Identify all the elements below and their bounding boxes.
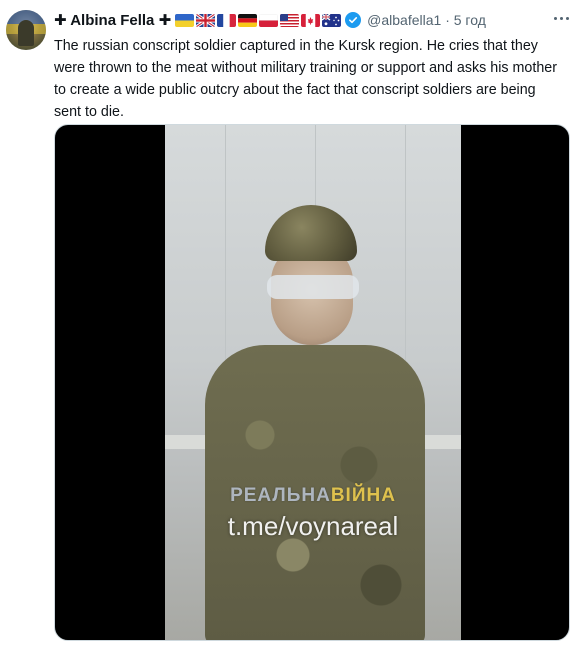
video-watermark-link: t.me/voynareal [227, 511, 399, 541]
tweet-header: ✚ Albina Fella ✚ @albafella1 · 5 год [54, 10, 486, 30]
avatar-figure [18, 20, 34, 46]
more-options-button[interactable] [551, 10, 571, 26]
flag-usa-icon [280, 13, 300, 27]
verified-badge-icon [345, 12, 362, 28]
tweet-video[interactable]: РЕАЛЬНАВІЙНА t.me/voynareal [54, 124, 570, 641]
tweet-text: The russian conscript soldier captured i… [54, 38, 558, 120]
author-name[interactable]: ✚ Albina Fella ✚ [54, 11, 171, 29]
author-name-text: Albina Fella [70, 12, 155, 29]
tweet-card: ✚ Albina Fella ✚ @albafella1 · 5 год The… [0, 0, 579, 647]
name-prefix-cross-icon: ✚ [54, 12, 67, 29]
flag-germany-icon [238, 13, 258, 27]
flag-poland-icon [259, 13, 279, 27]
soldier-cap [265, 205, 357, 261]
more-dot-icon [553, 16, 557, 20]
author-avatar[interactable] [6, 10, 46, 50]
name-suffix-cross-icon: ✚ [158, 12, 172, 29]
watermark-part1: РЕАЛЬНА [230, 485, 331, 506]
flag-australia-icon [322, 13, 342, 27]
flag-canada-icon [301, 13, 321, 27]
more-dot-icon [565, 16, 569, 20]
watermark-part2: ВІЙНА [330, 485, 396, 506]
soldier-blindfold [267, 275, 359, 299]
author-handle[interactable]: @albafella1 [367, 12, 441, 28]
soldier-figure [205, 205, 425, 640]
author-handle-line: @albafella1 · 5 год [367, 12, 486, 28]
tweet-timestamp[interactable]: 5 год [454, 12, 486, 28]
flag-ukraine-icon [175, 13, 195, 27]
video-watermark-title: РЕАЛЬНАВІЙНА [207, 485, 419, 507]
flag-uk-icon [196, 13, 216, 27]
more-dot-icon [559, 16, 563, 20]
meta-separator: · [445, 12, 450, 28]
video-frame: РЕАЛЬНАВІЙНА t.me/voynareal [165, 125, 461, 640]
author-flags [175, 13, 342, 27]
flag-france-icon [217, 13, 237, 27]
